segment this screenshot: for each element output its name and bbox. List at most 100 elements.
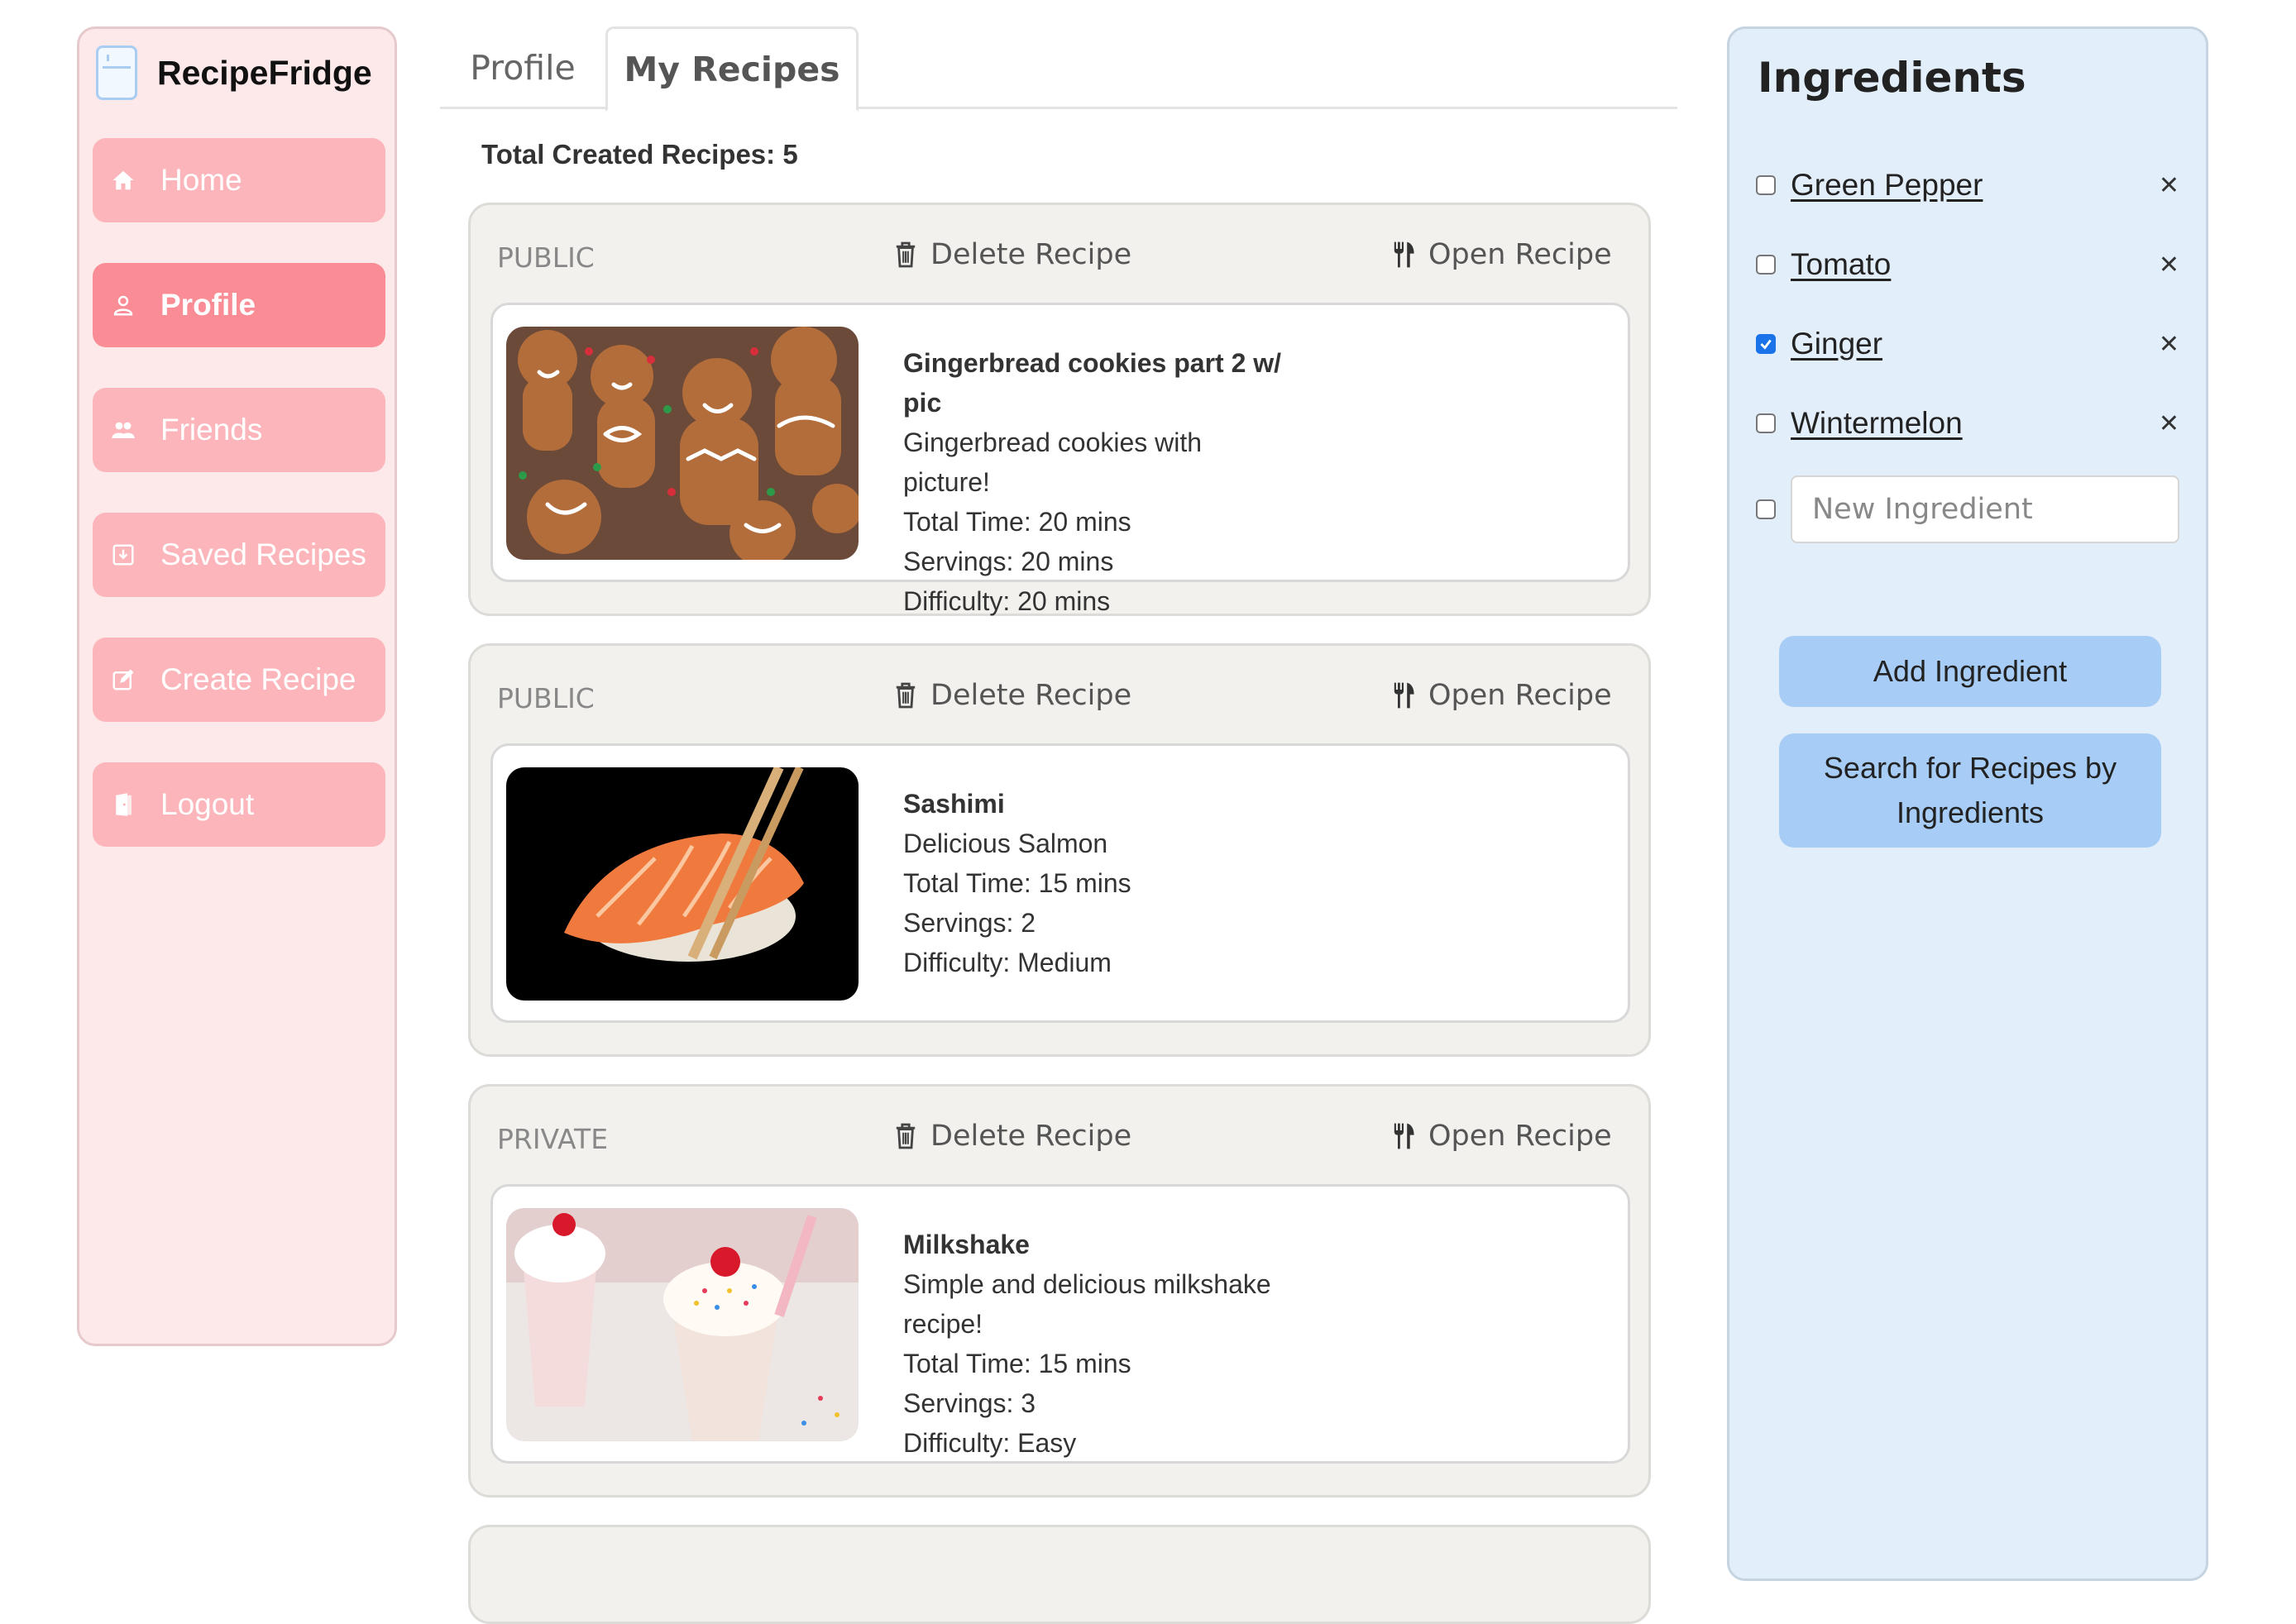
sidebar-item-saved-recipes[interactable]: Saved Recipes bbox=[93, 513, 385, 597]
open-recipe-button[interactable]: Open Recipe bbox=[1392, 679, 1612, 712]
friends-icon bbox=[109, 416, 137, 444]
ingredient-link[interactable]: Ginger bbox=[1791, 327, 1882, 361]
recipe-servings: Servings: 3 bbox=[903, 1388, 1036, 1418]
visibility-label: PUBLIC bbox=[497, 682, 595, 714]
sidebar-item-label: Create Recipe bbox=[160, 662, 356, 696]
add-ingredient-button[interactable]: Add Ingredient bbox=[1779, 636, 2161, 707]
recipe-title: Milkshake bbox=[903, 1230, 1030, 1259]
recipe-servings: Servings: 2 bbox=[903, 908, 1036, 938]
bookmark-icon bbox=[109, 541, 137, 569]
ingredient-row: Green Pepper ✕ bbox=[1756, 165, 2179, 206]
recipe-total-time: Total Time: 20 mins bbox=[903, 507, 1131, 537]
search-recipes-by-ingredients-button[interactable]: Search for Recipes by Ingredients bbox=[1779, 733, 2161, 848]
open-recipe-button[interactable]: Open Recipe bbox=[1392, 238, 1612, 271]
sidebar-item-label: Profile bbox=[160, 288, 256, 322]
home-icon bbox=[109, 166, 137, 194]
ingredients-panel: Ingredients Green Pepper ✕ Tomato ✕ Ging… bbox=[1727, 26, 2208, 1581]
new-ingredient-input[interactable] bbox=[1791, 475, 2179, 543]
recipe-difficulty: Difficulty: 20 mins bbox=[903, 586, 1111, 616]
recipe-card: PRIVATE Delete Recipe Open Recipe Milksh… bbox=[468, 1084, 1651, 1497]
remove-ingredient-icon[interactable]: ✕ bbox=[2159, 330, 2179, 359]
recipe-image-gingerbread bbox=[506, 327, 859, 560]
sidebar-item-label: Logout bbox=[160, 787, 255, 821]
delete-recipe-button[interactable]: Delete Recipe bbox=[894, 679, 1131, 712]
brand-name: RecipeFridge bbox=[157, 53, 372, 92]
ingredient-link[interactable]: Tomato bbox=[1791, 247, 1891, 282]
ingredient-checkbox[interactable] bbox=[1756, 334, 1776, 354]
recipe-description: Gingerbread cookies with picture! bbox=[903, 427, 1203, 497]
visibility-label: PUBLIC bbox=[497, 241, 595, 274]
recipe-card-body: Sashimi Delicious Salmon Total Time: 15 … bbox=[490, 743, 1630, 1023]
recipe-card-body: Gingerbread cookies part 2 w/ pic Ginger… bbox=[490, 303, 1630, 616]
remove-ingredient-icon[interactable]: ✕ bbox=[2159, 251, 2179, 279]
new-ingredient-checkbox[interactable] bbox=[1756, 499, 1776, 519]
delete-recipe-label: Delete Recipe bbox=[930, 238, 1132, 271]
ingredient-checkbox[interactable] bbox=[1756, 175, 1776, 195]
recipe-total-time: Total Time: 15 mins bbox=[903, 1349, 1131, 1378]
recipe-card-body: Milkshake Simple and delicious milkshake… bbox=[490, 1184, 1630, 1464]
recipe-card: PUBLIC Delete Recipe Open Recipe bbox=[468, 643, 1651, 1057]
ingredient-row: Ginger ✕ bbox=[1756, 323, 2179, 365]
recipe-title: Gingerbread cookies part 2 w/ pic bbox=[903, 348, 1282, 418]
open-recipe-label: Open Recipe bbox=[1428, 1120, 1612, 1153]
recipe-difficulty: Difficulty: Easy bbox=[903, 1428, 1077, 1458]
new-ingredient-row bbox=[1756, 489, 1789, 530]
sidebar-item-create-recipe[interactable]: Create Recipe bbox=[93, 638, 385, 722]
delete-recipe-button[interactable]: Delete Recipe bbox=[894, 238, 1131, 271]
ingredient-row: Tomato ✕ bbox=[1756, 244, 2179, 285]
user-icon bbox=[109, 291, 137, 319]
sidebar-item-profile[interactable]: Profile bbox=[93, 263, 385, 347]
recipe-card-header: PUBLIC Delete Recipe Open Recipe bbox=[471, 205, 1648, 303]
sidebar-item-label: Friends bbox=[160, 413, 263, 447]
brand[interactable]: RecipeFridge bbox=[96, 41, 372, 105]
trash-icon bbox=[894, 1122, 917, 1150]
open-recipe-label: Open Recipe bbox=[1428, 238, 1612, 271]
delete-recipe-label: Delete Recipe bbox=[930, 679, 1132, 712]
check-icon bbox=[1760, 339, 1772, 350]
open-recipe-button[interactable]: Open Recipe bbox=[1392, 1120, 1612, 1153]
recipe-card bbox=[468, 1525, 1651, 1624]
utensils-icon bbox=[1392, 681, 1415, 709]
fridge-icon bbox=[96, 45, 137, 100]
sidebar: RecipeFridge Home Profile Friends Saved … bbox=[77, 26, 397, 1346]
ingredient-row: Wintermelon ✕ bbox=[1756, 403, 2179, 444]
ingredient-checkbox[interactable] bbox=[1756, 255, 1776, 275]
sidebar-item-label: Saved Recipes bbox=[160, 537, 366, 571]
trash-icon bbox=[894, 681, 917, 709]
remove-ingredient-icon[interactable]: ✕ bbox=[2159, 171, 2179, 200]
recipe-image-sashimi bbox=[506, 767, 859, 1001]
tab-profile[interactable]: Profile bbox=[440, 26, 605, 109]
remove-ingredient-icon[interactable]: ✕ bbox=[2159, 409, 2179, 438]
recipe-card-header: PRIVATE Delete Recipe Open Recipe bbox=[471, 1087, 1648, 1184]
recipe-card: PUBLIC Delete Recipe Open Recipe bbox=[468, 203, 1651, 616]
total-recipes-count: Total Created Recipes: 5 bbox=[481, 139, 798, 170]
utensils-icon bbox=[1392, 241, 1415, 269]
visibility-label: PRIVATE bbox=[497, 1123, 609, 1155]
ingredients-title: Ingredients bbox=[1758, 54, 2026, 102]
ingredient-link[interactable]: Wintermelon bbox=[1791, 406, 1963, 441]
delete-recipe-button[interactable]: Delete Recipe bbox=[894, 1120, 1131, 1153]
recipe-title: Sashimi bbox=[903, 789, 1005, 819]
sidebar-item-label: Home bbox=[160, 163, 242, 197]
recipe-card-header: PUBLIC Delete Recipe Open Recipe bbox=[471, 646, 1648, 743]
trash-icon bbox=[894, 241, 917, 269]
recipe-description: Simple and delicious milkshake recipe! bbox=[903, 1269, 1271, 1339]
utensils-icon bbox=[1392, 1122, 1415, 1150]
sidebar-item-logout[interactable]: Logout bbox=[93, 762, 385, 847]
recipe-info: Milkshake Simple and delicious milkshake… bbox=[903, 1225, 1292, 1463]
ingredient-link[interactable]: Green Pepper bbox=[1791, 168, 1983, 203]
recipe-total-time: Total Time: 15 mins bbox=[903, 868, 1131, 898]
door-icon bbox=[109, 791, 137, 819]
recipe-description: Delicious Salmon bbox=[903, 829, 1108, 858]
delete-recipe-label: Delete Recipe bbox=[930, 1120, 1132, 1153]
sidebar-item-friends[interactable]: Friends bbox=[93, 388, 385, 472]
tab-bar: Profile My Recipes bbox=[440, 26, 1677, 112]
sidebar-item-home[interactable]: Home bbox=[93, 138, 385, 222]
edit-icon bbox=[109, 666, 137, 694]
recipe-info: Gingerbread cookies part 2 w/ pic Ginger… bbox=[903, 343, 1292, 621]
recipe-difficulty: Difficulty: Medium bbox=[903, 948, 1112, 977]
recipe-servings: Servings: 20 mins bbox=[903, 547, 1114, 576]
recipe-info: Sashimi Delicious Salmon Total Time: 15 … bbox=[903, 784, 1292, 982]
tab-my-recipes[interactable]: My Recipes bbox=[605, 26, 859, 112]
ingredient-checkbox[interactable] bbox=[1756, 413, 1776, 433]
